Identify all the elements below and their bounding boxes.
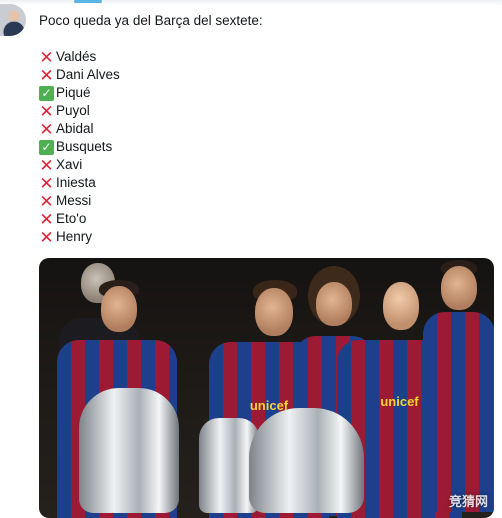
cross-mark-icon: ✕ bbox=[39, 227, 54, 247]
list-item: ✕ Valdés bbox=[39, 48, 502, 66]
player-name: Xavi bbox=[56, 157, 83, 172]
player-name: Piqué bbox=[56, 85, 91, 100]
tweet-intro-text: Poco queda ya del Barça del sextete: bbox=[39, 13, 263, 28]
trophy-shape bbox=[249, 408, 364, 513]
tweet-spacer bbox=[39, 30, 502, 48]
cross-mark-icon: ✕ bbox=[39, 209, 54, 229]
list-item: ✕ Xavi bbox=[39, 156, 502, 174]
list-item: ✕ Dani Alves bbox=[39, 66, 502, 84]
cross-mark-icon: ✕ bbox=[39, 65, 54, 85]
list-item: ✓ Busquets bbox=[39, 138, 502, 156]
watermark-text: 竞猜网 bbox=[448, 494, 488, 509]
top-divider bbox=[0, 0, 502, 6]
player-name: Messi bbox=[56, 193, 92, 208]
player-list: ✕ Valdés ✕ Dani Alves ✓ Piqué ✕ Puyol ✕ Abida… bbox=[39, 48, 502, 246]
cross-mark-icon: ✕ bbox=[39, 47, 54, 67]
player-figure bbox=[423, 258, 494, 518]
player-name: Abidal bbox=[56, 121, 94, 136]
player-name: Iniesta bbox=[56, 175, 96, 190]
cross-mark-icon: ✕ bbox=[39, 173, 54, 193]
tweet-photo[interactable]: unicef unicef 竞猜网 bbox=[39, 258, 494, 518]
player-name: Busquets bbox=[56, 139, 113, 154]
list-item: ✕ Messi bbox=[39, 192, 502, 210]
check-mark-icon: ✓ bbox=[39, 139, 54, 155]
check-mark-icon: ✓ bbox=[39, 85, 54, 101]
list-item: ✕ Eto'o bbox=[39, 210, 502, 228]
cross-mark-icon: ✕ bbox=[39, 191, 54, 211]
cross-mark-icon: ✕ bbox=[39, 101, 54, 121]
cross-mark-icon: ✕ bbox=[39, 155, 54, 175]
list-item: ✕ Iniesta bbox=[39, 174, 502, 192]
tweet-body: Poco queda ya del Barça del sextete: ✕ Va… bbox=[39, 12, 502, 246]
top-accent-bar bbox=[74, 0, 102, 3]
player-name: Valdés bbox=[56, 49, 97, 64]
list-item: ✕ Puyol bbox=[39, 102, 502, 120]
player-name: Henry bbox=[56, 229, 93, 244]
avatar[interactable] bbox=[0, 4, 26, 36]
list-item: ✓ Piqué bbox=[39, 84, 502, 102]
player-name: Eto'o bbox=[56, 211, 87, 226]
shirt-sponsor-text: unicef bbox=[380, 394, 419, 409]
player-name: Puyol bbox=[56, 103, 90, 118]
list-item: ✕ Abidal bbox=[39, 120, 502, 138]
list-item: ✕ Henry bbox=[39, 228, 502, 246]
cross-mark-icon: ✕ bbox=[39, 119, 54, 139]
trophy-shape bbox=[79, 388, 179, 513]
player-name: Dani Alves bbox=[56, 67, 120, 82]
